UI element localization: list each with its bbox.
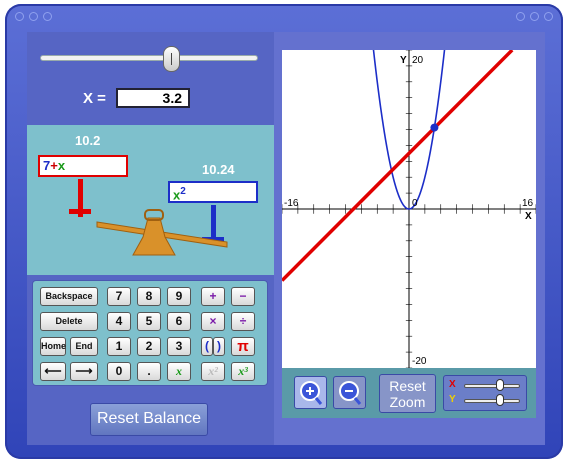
x-min-label: -16 (284, 198, 299, 209)
right-expr-exp: 2 (180, 186, 186, 197)
left-paren-key[interactable]: ( (201, 337, 213, 356)
title-bar (15, 12, 553, 28)
zoom-out-button[interactable] (333, 376, 366, 409)
left-weight-value: 10.2 (75, 133, 101, 148)
backspace-key[interactable]: Backspace (40, 287, 98, 306)
left-expr-var: x (57, 158, 66, 173)
window-dot-icon (544, 12, 553, 21)
left-expression-field[interactable]: 7+x (38, 155, 128, 177)
digit-5-key[interactable]: 5 (137, 312, 161, 331)
end-key[interactable]: End (70, 337, 98, 356)
pi-key[interactable]: π (231, 337, 255, 356)
x-slider-thumb[interactable] (163, 46, 180, 72)
window-dot-icon (516, 12, 525, 21)
intersection-point (430, 123, 439, 132)
divide-key[interactable]: ÷ (231, 312, 255, 331)
zoom-in-icon (300, 381, 323, 405)
window-dot-icon (29, 12, 38, 21)
x-squared-key[interactable]: x² (201, 362, 225, 381)
x-value-field[interactable]: 3.2 (116, 88, 190, 108)
digit-7-key[interactable]: 7 (107, 287, 131, 306)
x-scale-label: X (449, 379, 456, 390)
reset-balance-button[interactable]: Reset Balance (90, 403, 208, 436)
x-slider-track[interactable] (40, 55, 258, 61)
window-dot-icon (43, 12, 52, 21)
right-paren-key[interactable]: ) (213, 337, 225, 356)
digit-1-key[interactable]: 1 (107, 337, 131, 356)
decimal-point-key[interactable]: . (137, 362, 161, 381)
zoom-out-icon (339, 381, 362, 405)
origin-label: 0 (412, 198, 418, 209)
reset-zoom-line1: Reset (389, 378, 426, 394)
left-expr-op: + (50, 158, 58, 173)
delete-key[interactable]: Delete (40, 312, 98, 331)
y-axis-label: Y (400, 55, 407, 66)
minus-key[interactable]: − (231, 287, 255, 306)
x-scale-slider-thumb[interactable] (496, 379, 504, 391)
digit-3-key[interactable]: 3 (167, 337, 191, 356)
plus-key[interactable]: + (201, 287, 225, 306)
line-curve (282, 50, 514, 282)
y-scale-slider-thumb[interactable] (496, 394, 504, 406)
digit-2-key[interactable]: 2 (137, 337, 161, 356)
y-scale-label: Y (449, 394, 456, 405)
zoom-in-button[interactable] (294, 376, 327, 409)
right-weight-value: 10.24 (202, 162, 235, 177)
left-base (69, 209, 91, 214)
x-key[interactable]: x (167, 362, 191, 381)
reset-zoom-button[interactable]: Reset Zoom (379, 374, 436, 413)
x-cubed-key[interactable]: x³ (231, 362, 255, 381)
right-arrow-key[interactable]: ⟶ (70, 362, 98, 381)
app-frame: X = 3.2 10.2 7+x 10.24 x2 Backspace Dele… (0, 0, 570, 466)
digit-9-key[interactable]: 9 (167, 287, 191, 306)
right-expression-field[interactable]: x2 (168, 181, 258, 203)
left-arrow-key[interactable]: ⟵ (40, 362, 66, 381)
x-label: X = (83, 90, 106, 107)
digit-6-key[interactable]: 6 (167, 312, 191, 331)
window-dot-icon (530, 12, 539, 21)
times-key[interactable]: × (201, 312, 225, 331)
digit-8-key[interactable]: 8 (137, 287, 161, 306)
y-max-label: 20 (412, 55, 424, 66)
x-max-label: 16 (522, 198, 534, 209)
graph-plot: Y 20 -20 -16 16 X 0 (282, 50, 536, 368)
digit-0-key[interactable]: 0 (107, 362, 131, 381)
reset-zoom-line2: Zoom (389, 394, 426, 410)
home-key[interactable]: Home (40, 337, 66, 356)
xy-scale-control: X Y (443, 375, 527, 411)
y-min-label: -20 (412, 356, 427, 367)
digit-4-key[interactable]: 4 (107, 312, 131, 331)
x-scale-slider-track[interactable] (464, 384, 520, 388)
graph-area[interactable]: Y 20 -20 -16 16 X 0 (282, 50, 536, 368)
x-axis-label: X (525, 211, 532, 222)
window-dot-icon (15, 12, 24, 21)
y-scale-slider-track[interactable] (464, 399, 520, 403)
